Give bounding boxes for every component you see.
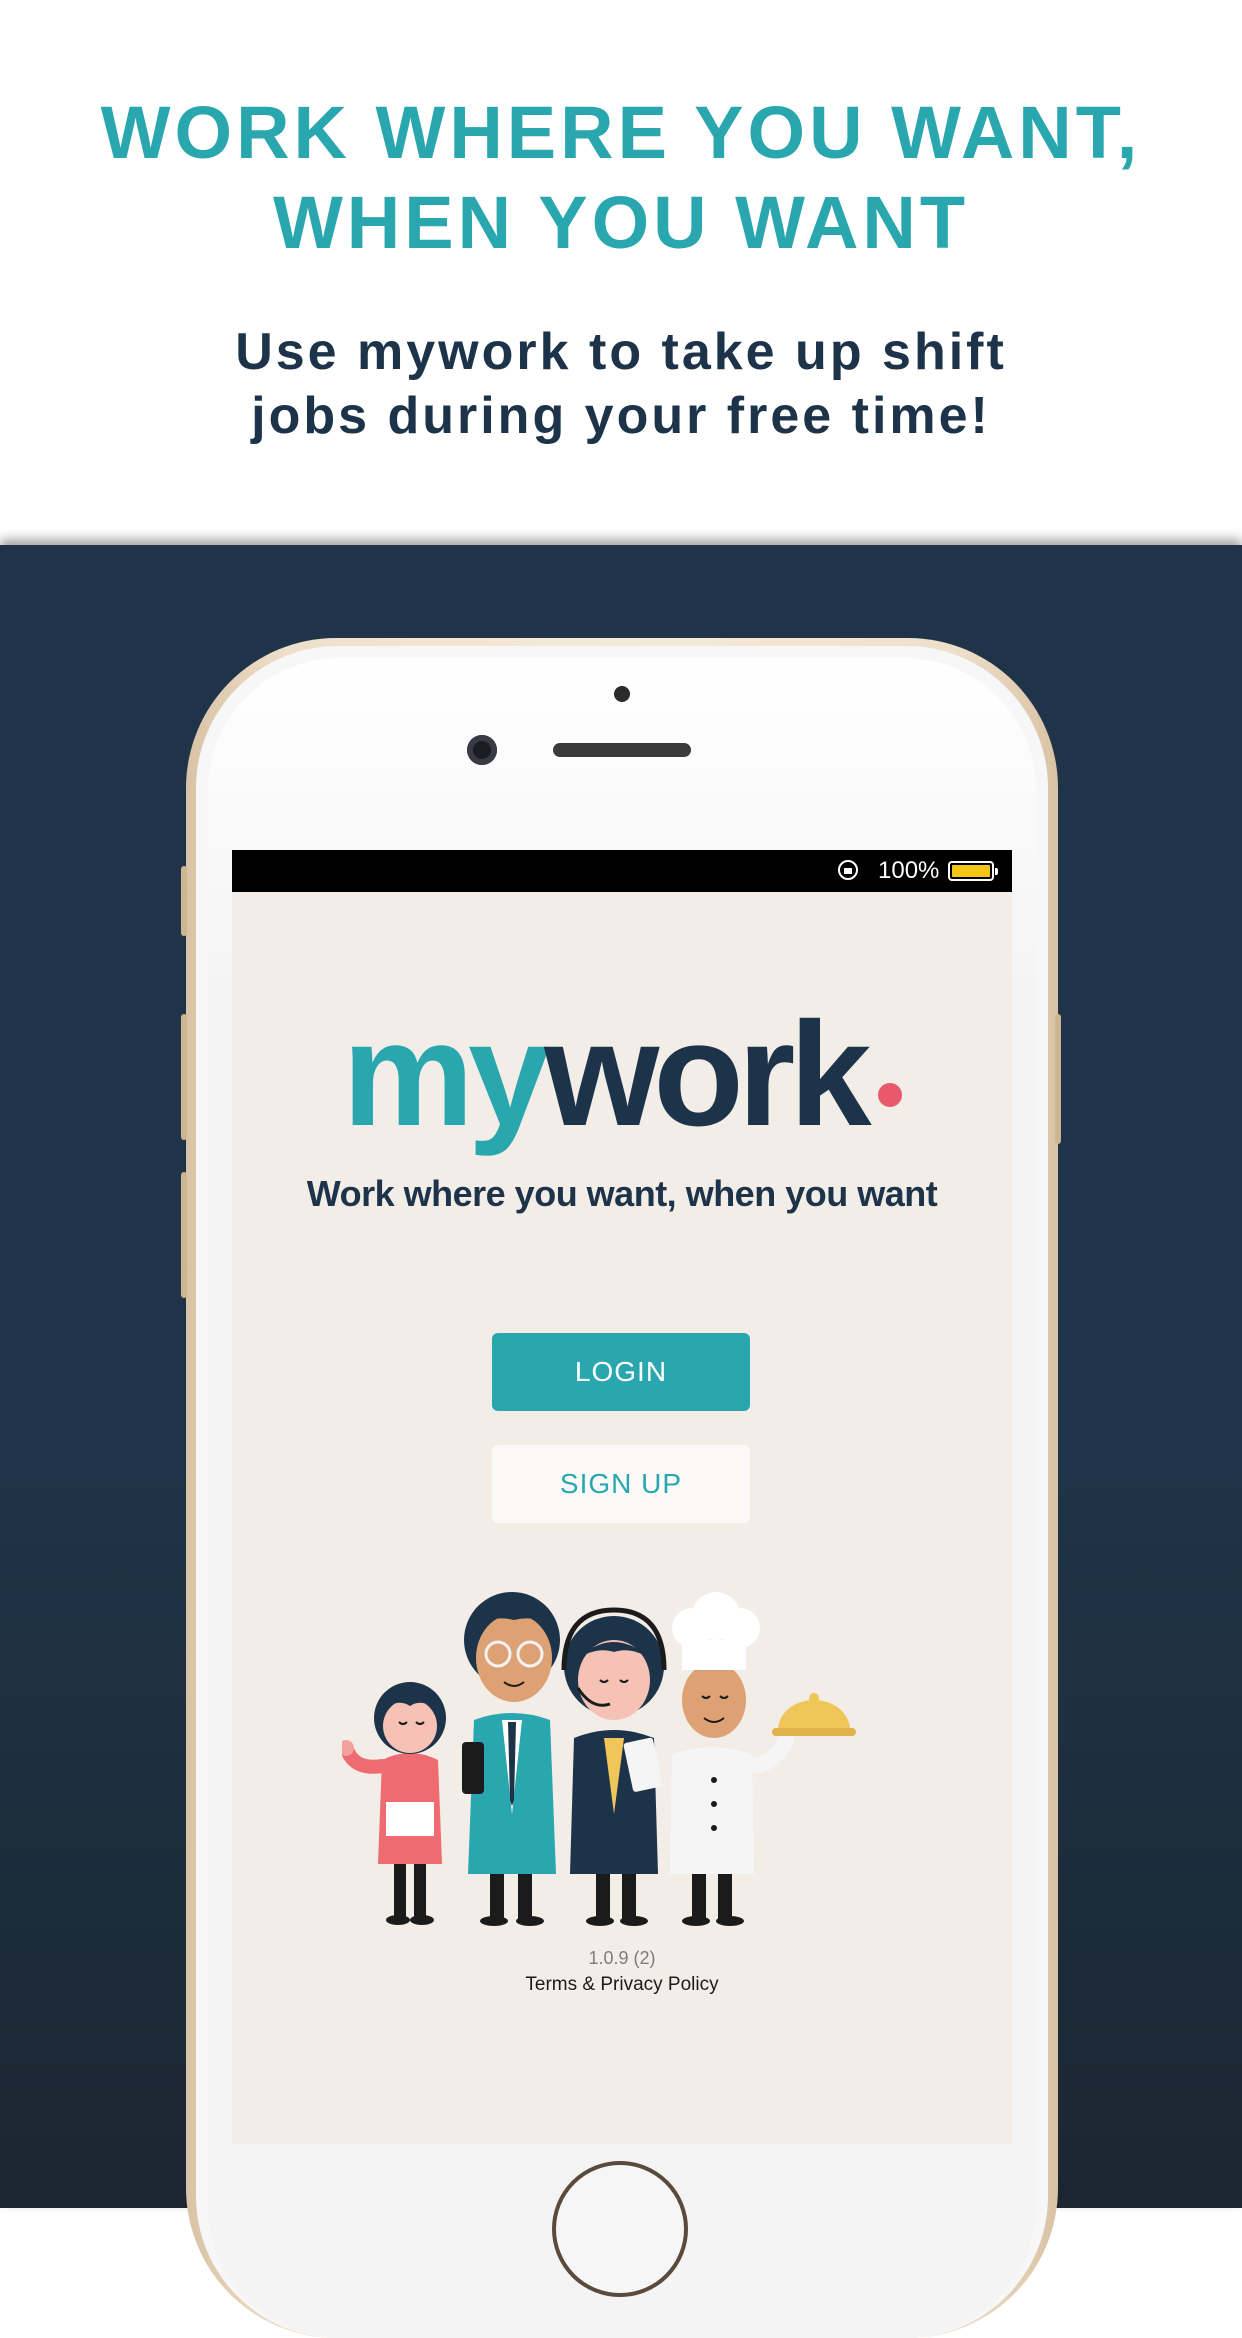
mywork-logo: mywork [232, 1000, 1012, 1150]
logo-dot-icon [877, 1083, 902, 1107]
logo-text-my: my [342, 992, 550, 1157]
mute-switch [181, 866, 187, 936]
promo-header: WORK WHERE YOU WANT, WHEN YOU WANT Use m… [0, 0, 1242, 545]
waitress-figure [342, 1682, 446, 1925]
workers-illustration [342, 1592, 856, 1926]
signup-button[interactable]: SIGN UP [492, 1445, 750, 1523]
office-worker-figure [462, 1592, 560, 1926]
earpiece-speaker [553, 743, 691, 757]
login-button[interactable]: LOGIN [492, 1333, 750, 1411]
app-screen: 100% mywork Work where you want, when yo… [232, 850, 1012, 2144]
chef-figure [670, 1592, 856, 1926]
volume-down-button [181, 1172, 187, 1298]
battery-icon [948, 861, 998, 881]
home-button [552, 2161, 688, 2297]
front-camera-icon [467, 735, 497, 765]
call-center-figure [561, 1607, 667, 1926]
proximity-sensor [614, 686, 630, 702]
promo-headline-line2: WHEN YOU WANT [272, 181, 970, 264]
app-tagline: Work where you want, when you want [306, 1173, 938, 1214]
power-button [1055, 1014, 1061, 1144]
promo-subtitle-line1: Use mywork to take up shift [235, 323, 1007, 381]
orientation-lock-icon [838, 860, 858, 880]
terms-privacy-link[interactable]: Terms & Privacy Policy [232, 1972, 1012, 1998]
promo-headline-line1: WORK WHERE YOU WANT, [100, 91, 1142, 174]
battery-percent: 100% [878, 857, 940, 884]
app-version: 1.0.9 (2) [588, 1948, 656, 1968]
logo-text-work: work [544, 992, 871, 1157]
battery-fill [952, 865, 990, 877]
promo-subtitle-line2: jobs during your free time! [251, 387, 991, 445]
volume-up-button [181, 1014, 187, 1140]
status-bar: 100% [232, 850, 1012, 892]
